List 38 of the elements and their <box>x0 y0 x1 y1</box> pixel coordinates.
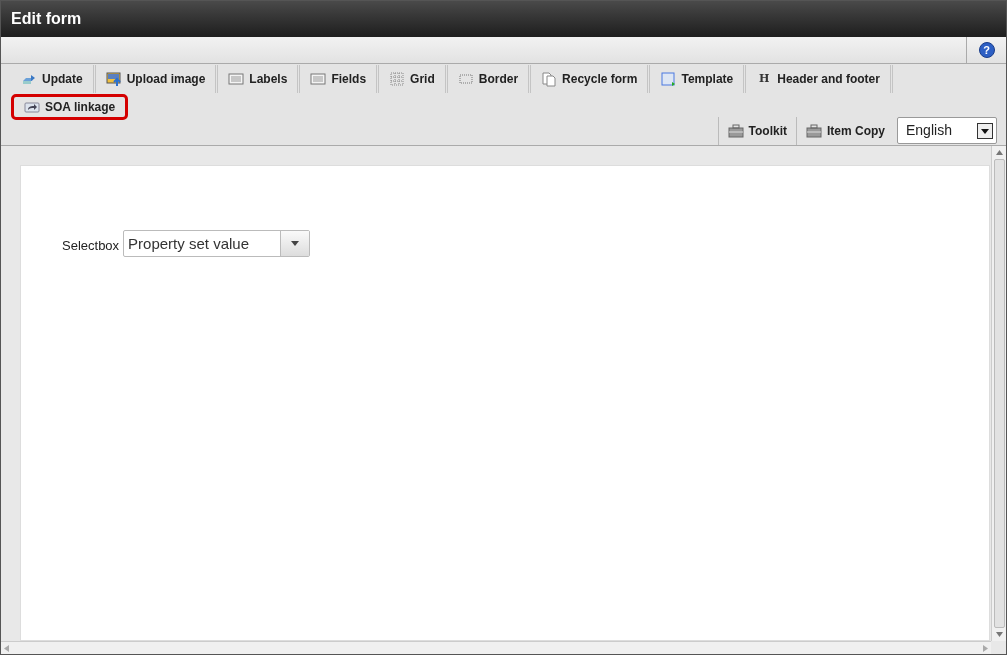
toolbar-button[interactable]: Item Copy <box>796 117 894 145</box>
scroll-left-icon[interactable] <box>4 644 9 652</box>
scroll-down-icon[interactable] <box>995 632 1003 637</box>
toolbar-button[interactable]: Toolkit <box>717 117 796 145</box>
caret-icon <box>291 241 300 246</box>
toolbar-button[interactable]: Upload image <box>95 65 219 93</box>
template-icon <box>660 71 677 87</box>
toolbar-button[interactable]: H Header and footer <box>746 65 893 93</box>
field-label: Selectbox <box>62 237 120 255</box>
toolbar-button[interactable]: Template <box>650 65 747 93</box>
scroll-right-icon[interactable] <box>983 644 988 652</box>
vertical-scrollbar[interactable] <box>991 146 1006 641</box>
toolbox-icon <box>727 124 744 138</box>
toolbar-button[interactable]: SOA linkage <box>11 94 129 120</box>
toolbar-button[interactable]: Border <box>447 65 532 93</box>
border-icon <box>457 71 474 87</box>
toolbar-button[interactable]: Labels <box>218 65 301 93</box>
toolbar-button[interactable]: Update <box>11 65 96 93</box>
caret-icon <box>977 122 993 139</box>
language-value: English <box>906 121 952 140</box>
pages-icon <box>541 71 558 87</box>
toolbox-icon <box>806 124 822 138</box>
property-select[interactable]: Property set value <box>123 230 311 257</box>
toolbar-button[interactable]: Recycle form <box>531 65 651 93</box>
toolbar-button[interactable]: Fields <box>300 65 380 93</box>
image-upload-icon <box>105 71 122 87</box>
scroll-thumb[interactable] <box>993 159 1005 628</box>
window-title: Edit form <box>11 9 82 29</box>
horizontal-scrollbar[interactable] <box>1 641 991 654</box>
language-select[interactable]: English <box>897 117 997 144</box>
grid-icon <box>389 71 406 87</box>
list-icon <box>228 71 245 87</box>
header-icon: H <box>756 70 773 88</box>
scroll-up-icon[interactable] <box>995 150 1003 155</box>
list-icon <box>310 71 327 87</box>
select-value: Property set value <box>127 234 250 254</box>
help-icon[interactable]: ? <box>978 42 995 58</box>
toolbar-button[interactable]: Grid <box>379 65 448 93</box>
